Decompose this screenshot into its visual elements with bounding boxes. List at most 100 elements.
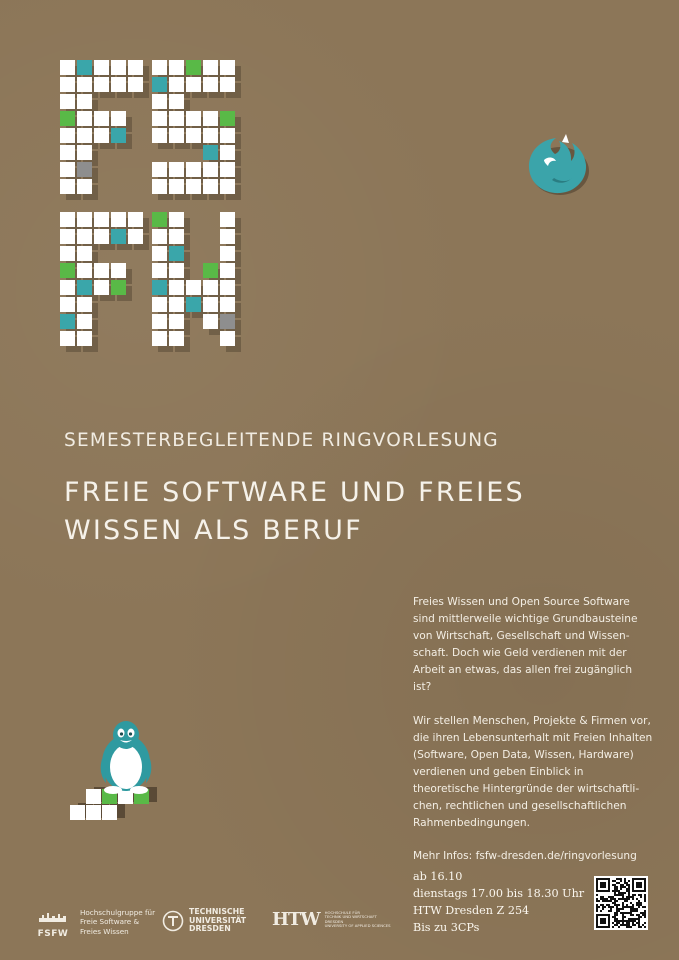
qr-module <box>626 898 628 900</box>
qr-code[interactable] <box>594 876 648 930</box>
qr-module <box>638 906 640 908</box>
qr-module <box>634 924 636 926</box>
more-info-link[interactable]: Mehr Infos: fsfw-dresden.de/ringvorlesun… <box>413 848 653 865</box>
logo-tile <box>169 212 184 227</box>
qr-module <box>624 912 626 914</box>
logo-tile <box>152 179 167 194</box>
logo-tile <box>186 297 201 312</box>
logo-tile <box>77 212 92 227</box>
logo-tile <box>203 297 218 312</box>
qr-module <box>626 882 628 884</box>
qr-module <box>602 898 604 900</box>
qr-module <box>632 904 634 906</box>
logo-tile <box>77 145 92 160</box>
logo-tile <box>169 162 184 177</box>
logo-letter-s <box>152 60 241 200</box>
qr-module <box>628 920 630 922</box>
qr-module <box>596 910 598 912</box>
htw-line: UNIVERSITY OF APPLIED SCIENCES <box>324 922 391 928</box>
qr-module <box>644 916 646 918</box>
qr-module <box>624 900 626 902</box>
qr-module <box>614 884 616 886</box>
qr-module <box>636 914 638 916</box>
logo-tile <box>220 111 235 126</box>
logo-tile <box>77 280 92 295</box>
qr-module <box>622 894 624 896</box>
logo-tile <box>94 77 109 92</box>
logo-tile <box>60 331 75 346</box>
qr-module <box>626 926 628 928</box>
logo-tile <box>169 263 184 278</box>
logo-tile <box>152 314 167 329</box>
qr-module <box>620 920 622 922</box>
description: Freies Wissen und Open Source Software s… <box>413 594 653 881</box>
qr-module <box>634 894 636 896</box>
logo-tile <box>94 229 109 244</box>
qr-module <box>644 910 646 912</box>
title-line-1: FREIE SOFTWARE UND FREIES <box>64 477 525 508</box>
logo-tile <box>60 111 75 126</box>
logo-tile <box>60 263 75 278</box>
qr-module <box>616 908 618 910</box>
qr-module <box>644 900 646 902</box>
qr-module <box>628 886 630 888</box>
logo-tile <box>169 229 184 244</box>
qr-module <box>622 918 624 920</box>
qr-module <box>636 902 638 904</box>
qr-module <box>632 896 634 898</box>
logo-tile <box>111 77 126 92</box>
qr-module <box>636 898 638 900</box>
logo-tile <box>60 229 75 244</box>
qr-module <box>616 912 618 914</box>
qr-module <box>638 914 640 916</box>
logo-tile <box>186 77 201 92</box>
qr-module <box>638 924 640 926</box>
logo-tile <box>152 229 167 244</box>
logo-tile <box>203 145 218 160</box>
qr-module <box>618 894 620 896</box>
event-start: ab 16.10 <box>413 870 463 883</box>
logo-tile <box>94 111 109 126</box>
qr-module <box>644 894 646 896</box>
qr-module <box>628 918 630 920</box>
qr-module <box>610 900 612 902</box>
qr-module <box>608 904 610 906</box>
logo-tile <box>60 162 75 177</box>
qr-module <box>624 920 626 922</box>
qr-module <box>622 924 624 926</box>
logo-tile <box>203 60 218 75</box>
fsfw-text-line: Hochschulgruppe für <box>80 908 156 917</box>
qr-module <box>632 924 634 926</box>
skyline-icon <box>39 913 66 922</box>
qr-module <box>596 894 598 896</box>
qr-module <box>616 894 618 896</box>
qr-module <box>614 924 616 926</box>
qr-module <box>620 898 622 900</box>
qr-module <box>628 896 630 898</box>
logo-tile <box>94 280 109 295</box>
qr-module <box>638 926 640 928</box>
qr-module <box>618 878 620 880</box>
logo-tile <box>77 60 92 75</box>
qr-module <box>636 904 638 906</box>
qr-module <box>628 912 630 914</box>
qr-module <box>624 924 626 926</box>
logo-tile <box>169 297 184 312</box>
logo-letter-f <box>60 60 149 200</box>
logo-tile <box>186 179 201 194</box>
logo-tile <box>152 246 167 261</box>
qr-module <box>630 920 632 922</box>
logo-tile <box>186 60 201 75</box>
logo-tile <box>60 94 75 109</box>
qr-module <box>608 896 610 898</box>
qr-module <box>596 908 598 910</box>
logo-tile <box>186 111 201 126</box>
qr-module <box>630 906 632 908</box>
qr-module <box>632 898 634 900</box>
qr-module <box>622 914 624 916</box>
qr-module <box>630 914 632 916</box>
qr-module <box>622 904 624 906</box>
logo-tile <box>203 77 218 92</box>
logo-tile <box>220 297 235 312</box>
qr-module <box>610 896 612 898</box>
